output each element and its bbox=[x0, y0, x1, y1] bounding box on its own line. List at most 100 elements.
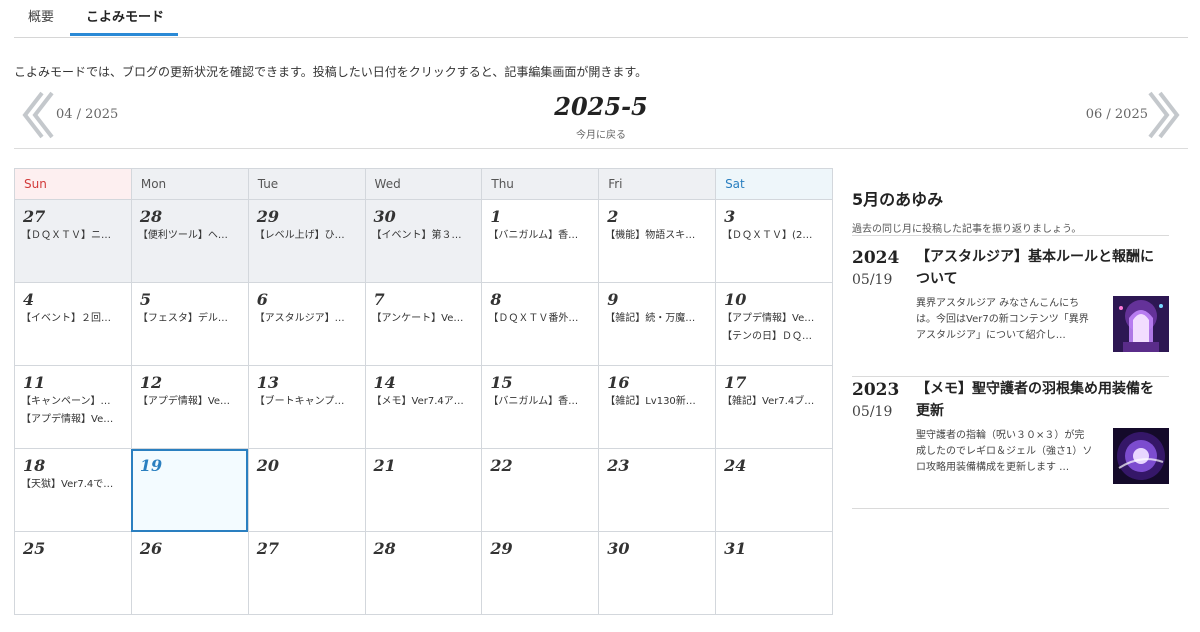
calendar-day-cell[interactable]: 29 【レベル上げ】ひ… bbox=[247, 199, 366, 283]
day-number: 20 bbox=[256, 456, 279, 475]
calendar-day-cell[interactable]: 4 【イベント】２回… bbox=[14, 282, 132, 366]
calendar-day-cell[interactable]: 25 bbox=[14, 531, 132, 615]
purple-gate-thumbnail-image[interactable] bbox=[1113, 296, 1169, 352]
calendar-day-cell[interactable]: 8 【ＤＱＸＴＶ番外… bbox=[481, 282, 600, 366]
calendar-day-cell[interactable]: 14 【メモ】Ver7.4ア… bbox=[364, 365, 483, 449]
entry-title[interactable]: 【アスタルジア】基本ルールと報酬について bbox=[916, 246, 1160, 290]
post-link[interactable]: 【ＤＱＸＴＶ】(2… bbox=[722, 228, 828, 244]
calendar-day-cell[interactable]: 20 bbox=[247, 448, 366, 532]
calendar-week-row: 18 【天獄】Ver7.4で… 19 20 21 22 23 24 bbox=[14, 448, 833, 532]
calendar-day-cell[interactable]: 12 【アプデ情報】Ve… bbox=[130, 365, 249, 449]
day-number: 29 bbox=[256, 207, 279, 226]
day-number: 7 bbox=[373, 290, 385, 309]
post-link[interactable]: 【雑記】Ver7.4ブ… bbox=[722, 394, 828, 410]
calendar-day-cell[interactable]: 29 bbox=[481, 531, 600, 615]
next-month-chevron-icon[interactable] bbox=[1146, 90, 1182, 140]
history-subtitle: 過去の同じ月に投稿した記事を振り返りましょう。 bbox=[852, 224, 1082, 235]
calendar-day-cell[interactable]: 18 【天獄】Ver7.4で… bbox=[14, 448, 132, 532]
day-number: 29 bbox=[490, 539, 513, 558]
calendar-day-cell[interactable]: 15 【バニガルム】香… bbox=[481, 365, 600, 449]
post-link[interactable]: 【アプデ情報】Ve… bbox=[138, 394, 244, 410]
day-number: 19 bbox=[139, 456, 163, 475]
day-number: 28 bbox=[373, 539, 396, 558]
post-link[interactable]: 【メモ】Ver7.4ア… bbox=[372, 394, 478, 410]
calendar-day-cell[interactable]: 23 bbox=[598, 448, 717, 532]
calendar-day-cell[interactable]: 28 【便利ツール】ヘ… bbox=[130, 199, 249, 283]
calendar-day-cell[interactable]: 21 bbox=[364, 448, 483, 532]
day-number: 30 bbox=[373, 207, 396, 226]
calendar-day-cell[interactable]: 5 【フェスタ】デル… bbox=[130, 282, 249, 366]
calendar-day-cell[interactable]: 26 bbox=[130, 531, 249, 615]
calendar-day-cell[interactable]: 11 【キャンペーン】… 【アプデ情報】Ve… bbox=[14, 365, 132, 449]
post-link[interactable]: 【フェスタ】デル… bbox=[138, 311, 244, 327]
calendar-day-cell[interactable]: 27 bbox=[247, 531, 366, 615]
day-number: 1 bbox=[490, 207, 502, 226]
weekday-sat: Sat bbox=[715, 168, 833, 200]
post-link[interactable]: 【ＤＱＸＴＶ】ニ… bbox=[21, 228, 127, 244]
calendar-body: 27 【ＤＱＸＴＶ】ニ… 28 【便利ツール】ヘ… 29 【レベル上げ】ひ… 30 【イベント… bbox=[14, 199, 833, 615]
day-number: 3 bbox=[724, 207, 736, 226]
calendar-day-cell[interactable]: 28 bbox=[364, 531, 483, 615]
calendar-week-row: 27 【ＤＱＸＴＶ】ニ… 28 【便利ツール】ヘ… 29 【レベル上げ】ひ… 30 【イベント… bbox=[14, 199, 833, 283]
calendar-week-row: 25 26 27 28 29 30 31 bbox=[14, 531, 833, 615]
day-number: 8 bbox=[490, 290, 502, 309]
purple-orb-thumbnail-image[interactable] bbox=[1113, 428, 1169, 484]
calendar-day-cell[interactable]: 31 bbox=[715, 531, 833, 615]
day-number: 14 bbox=[373, 373, 396, 392]
calendar-day-cell[interactable]: 17 【雑記】Ver7.4ブ… bbox=[715, 365, 833, 449]
calendar-day-cell[interactable]: 3 【ＤＱＸＴＶ】(2… bbox=[715, 199, 833, 283]
post-link[interactable]: 【アンケート】Ve… bbox=[372, 311, 478, 327]
post-link[interactable]: 【イベント】２回… bbox=[21, 311, 127, 327]
entry-title[interactable]: 【メモ】聖守護者の羽根集め用装備を更新 bbox=[916, 378, 1160, 422]
calendar-day-cell[interactable]: 1 【バニガルム】香… bbox=[481, 199, 600, 283]
post-link[interactable]: 【アプデ情報】Ve… bbox=[21, 412, 127, 428]
history-entry[interactable]: 2023 05/19 【メモ】聖守護者の羽根集め用装備を更新 聖守護者の指輪（呪… bbox=[852, 380, 1169, 509]
calendar-day-cell[interactable]: 30 bbox=[598, 531, 717, 615]
day-number: 21 bbox=[373, 456, 396, 475]
calendar-day-cell[interactable]: 27 【ＤＱＸＴＶ】ニ… bbox=[14, 199, 132, 283]
calendar-day-cell[interactable]: 30 【イベント】第３… bbox=[364, 199, 483, 283]
calendar-day-cell[interactable]: 16 【雑記】Lv130新… bbox=[598, 365, 717, 449]
weekday-fri: Fri bbox=[598, 168, 717, 200]
back-to-this-month-link[interactable]: 今月に戻る bbox=[14, 126, 1188, 141]
post-link[interactable]: 【テンの日】ＤＱ… bbox=[722, 329, 828, 345]
mode-description: こよみモードでは、ブログの更新状況を確認できます。投稿したい日付をクリックすると… bbox=[14, 65, 648, 79]
calendar-day-cell[interactable]: 24 bbox=[715, 448, 833, 532]
post-link[interactable]: 【雑記】Lv130新… bbox=[605, 394, 711, 410]
post-link[interactable]: 【キャンペーン】… bbox=[21, 394, 127, 410]
calendar-day-cell[interactable]: 10 【アプデ情報】Ve… 【テンの日】ＤＱ… bbox=[715, 282, 833, 366]
day-number: 27 bbox=[23, 207, 46, 226]
day-number: 26 bbox=[139, 539, 163, 558]
post-link[interactable]: 【イベント】第３… bbox=[372, 228, 478, 244]
tab-overview[interactable]: 概要 bbox=[28, 0, 54, 36]
calendar-day-cell[interactable]: 22 bbox=[481, 448, 600, 532]
post-link[interactable]: 【アスタルジア】… bbox=[255, 311, 361, 327]
history-entry[interactable]: 2024 05/19 【アスタルジア】基本ルールと報酬について 異界アスタルジア… bbox=[852, 248, 1169, 377]
weekday-wed: Wed bbox=[364, 168, 483, 200]
day-number: 9 bbox=[607, 290, 619, 309]
tab-koyomi-mode[interactable]: こよみモード bbox=[86, 0, 164, 36]
weekday-header-row: Sun Mon Tue Wed Thu Fri Sat bbox=[14, 168, 833, 200]
calendar-day-cell[interactable]: 6 【アスタルジア】… bbox=[247, 282, 366, 366]
next-month-link[interactable]: 06 / 2025 bbox=[1086, 107, 1148, 122]
calendar-day-cell[interactable]: 2 【機能】物語スキ… bbox=[598, 199, 717, 283]
post-link[interactable]: 【便利ツール】ヘ… bbox=[138, 228, 244, 244]
post-link[interactable]: 【レベル上げ】ひ… bbox=[255, 228, 361, 244]
post-link[interactable]: 【機能】物語スキ… bbox=[605, 228, 711, 244]
calendar-day-cell[interactable]: 9 【雑記】続・万魔… bbox=[598, 282, 717, 366]
weekday-mon: Mon bbox=[130, 168, 249, 200]
post-link[interactable]: 【天獄】Ver7.4で… bbox=[21, 477, 127, 493]
post-link[interactable]: 【バニガルム】香… bbox=[488, 228, 594, 244]
calendar-day-cell[interactable]: 13 【ブートキャンプ… bbox=[247, 365, 366, 449]
post-link[interactable]: 【アプデ情報】Ve… bbox=[722, 311, 828, 327]
post-link[interactable]: 【ブートキャンプ… bbox=[255, 394, 361, 410]
calendar-day-cell[interactable]: 19 bbox=[130, 448, 249, 532]
post-link[interactable]: 【雑記】続・万魔… bbox=[605, 311, 711, 327]
day-number: 27 bbox=[256, 539, 279, 558]
day-number: 11 bbox=[23, 373, 46, 392]
day-number: 16 bbox=[607, 373, 630, 392]
post-link[interactable]: 【ＤＱＸＴＶ番外… bbox=[488, 311, 594, 327]
divider bbox=[852, 235, 1169, 236]
calendar-day-cell[interactable]: 7 【アンケート】Ve… bbox=[364, 282, 483, 366]
post-link[interactable]: 【バニガルム】香… bbox=[488, 394, 594, 410]
